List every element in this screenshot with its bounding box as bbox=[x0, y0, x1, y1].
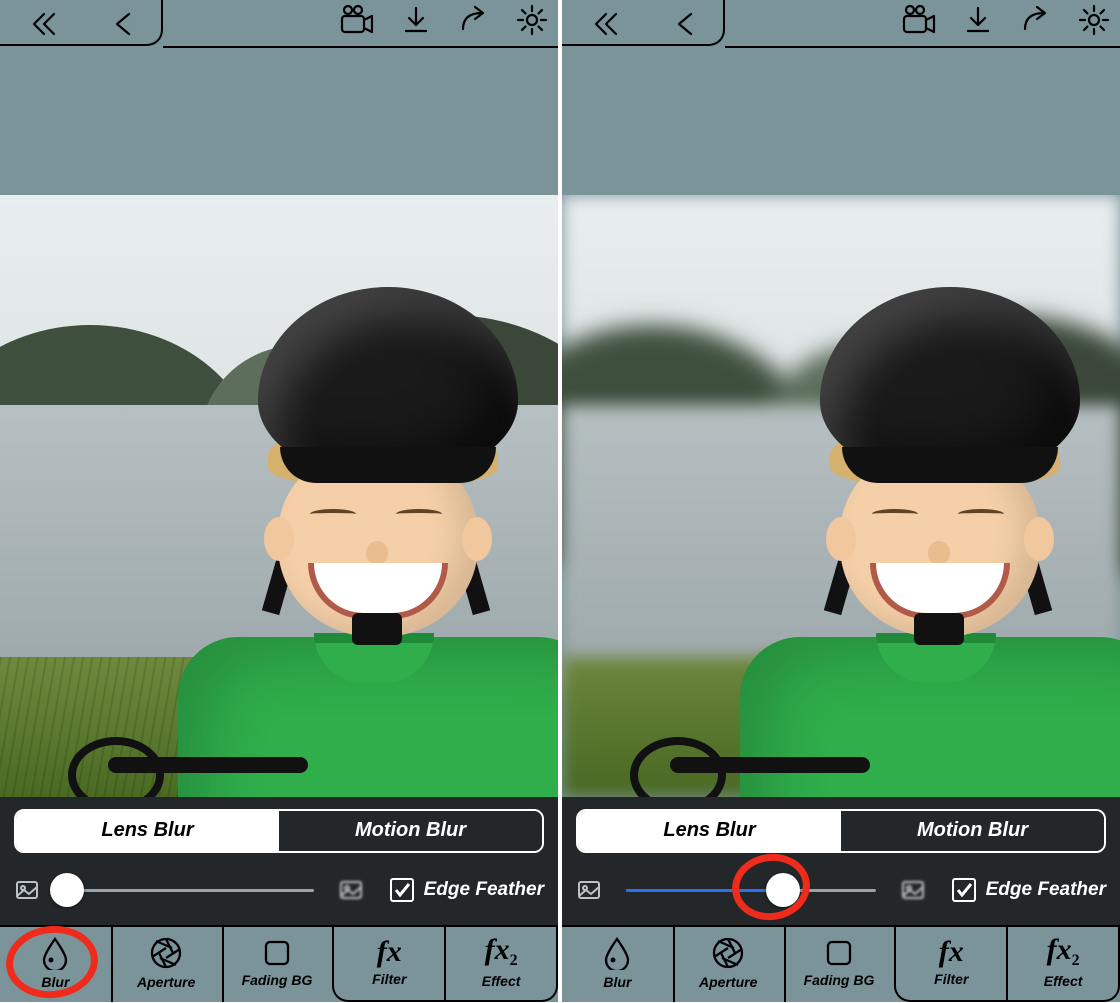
controls-panel: Lens Blur Motion Blur Edge Feather bbox=[0, 797, 558, 925]
image-min-icon bbox=[576, 877, 602, 903]
edge-feather-label: Edge Feather bbox=[986, 879, 1106, 901]
active-mode-indicator bbox=[608, 915, 626, 925]
mode-aperture[interactable]: Aperture bbox=[111, 925, 222, 1002]
edge-feather-checkbox[interactable] bbox=[952, 878, 976, 902]
camera-icon[interactable] bbox=[338, 4, 374, 41]
fx2-icon: fx2 bbox=[1047, 935, 1080, 969]
photo-canvas[interactable] bbox=[0, 195, 558, 797]
mode-effect-label: Effect bbox=[482, 973, 521, 989]
camera-icon[interactable] bbox=[900, 4, 936, 41]
aperture-icon bbox=[149, 936, 183, 970]
active-mode-indicator bbox=[46, 915, 64, 925]
mode-fadingbg-label: Fading BG bbox=[804, 972, 875, 988]
mode-effect[interactable]: fx2 Effect bbox=[1006, 925, 1118, 1000]
photo-canvas[interactable] bbox=[562, 195, 1120, 797]
drop-icon bbox=[40, 936, 70, 970]
square-icon bbox=[262, 938, 292, 968]
image-max-icon bbox=[338, 877, 364, 903]
canvas-background bbox=[562, 48, 1120, 195]
canvas-background bbox=[0, 48, 558, 195]
segment-motion-blur[interactable]: Motion Blur bbox=[279, 811, 542, 851]
top-bar bbox=[562, 0, 1120, 48]
share-icon[interactable] bbox=[1020, 5, 1050, 40]
pane-left: Lens Blur Motion Blur Edge Feather bbox=[0, 0, 558, 1002]
image-max-icon bbox=[900, 877, 926, 903]
settings-icon[interactable] bbox=[1078, 4, 1110, 41]
mode-aperture-label: Aperture bbox=[137, 974, 195, 990]
aperture-icon bbox=[711, 936, 745, 970]
segment-lens-blur[interactable]: Lens Blur bbox=[16, 811, 279, 851]
fx-icon: fx bbox=[377, 937, 402, 967]
blur-type-segmented: Lens Blur Motion Blur bbox=[14, 809, 544, 853]
mode-bar: Blur Aperture Fading BG fx Filter fx2 Ef… bbox=[0, 925, 558, 1002]
mode-bar: Blur Aperture Fading BG fx Filter fx2 Ef… bbox=[562, 925, 1120, 1002]
blur-amount-slider[interactable] bbox=[616, 873, 886, 907]
share-icon[interactable] bbox=[458, 5, 488, 40]
drop-icon bbox=[602, 936, 632, 970]
mode-blur[interactable]: Blur bbox=[562, 925, 673, 1002]
mode-filter-label: Filter bbox=[372, 971, 406, 987]
back-all-button[interactable] bbox=[568, 2, 646, 46]
edge-feather-label: Edge Feather bbox=[424, 879, 544, 901]
top-bar bbox=[0, 0, 558, 48]
back-button[interactable] bbox=[646, 2, 724, 46]
mode-filter[interactable]: fx Filter bbox=[334, 925, 444, 1000]
image-min-icon bbox=[14, 877, 40, 903]
mode-effect[interactable]: fx2 Effect bbox=[444, 925, 556, 1000]
segment-motion-blur[interactable]: Motion Blur bbox=[841, 811, 1104, 851]
mode-blur-label: Blur bbox=[603, 974, 631, 990]
settings-icon[interactable] bbox=[516, 4, 548, 41]
fx2-icon: fx2 bbox=[485, 935, 518, 969]
blur-type-segmented: Lens Blur Motion Blur bbox=[576, 809, 1106, 853]
fx-icon: fx bbox=[939, 937, 964, 967]
mode-blur-label: Blur bbox=[41, 974, 69, 990]
mode-aperture-label: Aperture bbox=[699, 974, 757, 990]
blur-amount-slider[interactable] bbox=[54, 873, 324, 907]
pane-right: Lens Blur Motion Blur Edge Feather bbox=[562, 0, 1120, 1002]
mode-aperture[interactable]: Aperture bbox=[673, 925, 784, 1002]
download-icon[interactable] bbox=[402, 5, 430, 40]
mode-fadingbg[interactable]: Fading BG bbox=[222, 925, 333, 1002]
mode-blur[interactable]: Blur bbox=[0, 925, 111, 1002]
back-all-button[interactable] bbox=[6, 2, 84, 46]
back-button[interactable] bbox=[84, 2, 162, 46]
edge-feather-checkbox[interactable] bbox=[390, 878, 414, 902]
mode-fadingbg[interactable]: Fading BG bbox=[784, 925, 895, 1002]
download-icon[interactable] bbox=[964, 5, 992, 40]
mode-effect-label: Effect bbox=[1044, 973, 1083, 989]
mode-filter[interactable]: fx Filter bbox=[896, 925, 1006, 1000]
segment-lens-blur[interactable]: Lens Blur bbox=[578, 811, 841, 851]
mode-filter-label: Filter bbox=[934, 971, 968, 987]
mode-fadingbg-label: Fading BG bbox=[242, 972, 313, 988]
controls-panel: Lens Blur Motion Blur Edge Feather bbox=[562, 797, 1120, 925]
square-icon bbox=[824, 938, 854, 968]
